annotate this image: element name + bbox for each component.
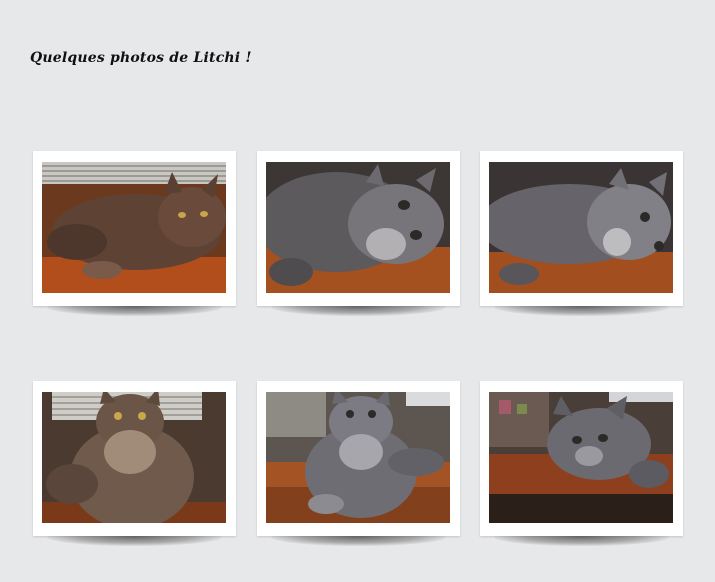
gallery-row xyxy=(33,151,683,316)
photo-card[interactable] xyxy=(480,381,683,546)
photo-card[interactable] xyxy=(257,151,460,316)
photo-frame xyxy=(33,381,236,536)
cat-photo[interactable] xyxy=(42,392,226,523)
photo-frame xyxy=(33,151,236,306)
page-title: Quelques photos de Litchi ! xyxy=(30,50,252,66)
cat-photo[interactable] xyxy=(266,162,450,293)
photo-frame xyxy=(257,381,460,536)
photo-frame xyxy=(480,151,683,306)
cat-photo[interactable] xyxy=(489,162,673,293)
photo-card[interactable] xyxy=(33,151,236,316)
photo-card[interactable] xyxy=(480,151,683,316)
photo-card[interactable] xyxy=(257,381,460,546)
cat-photo[interactable] xyxy=(266,392,450,523)
gallery-row xyxy=(33,381,683,546)
cat-photo[interactable] xyxy=(489,392,673,523)
photo-frame xyxy=(480,381,683,536)
cat-photo[interactable] xyxy=(42,162,226,293)
photo-frame xyxy=(257,151,460,306)
photo-card[interactable] xyxy=(33,381,236,546)
